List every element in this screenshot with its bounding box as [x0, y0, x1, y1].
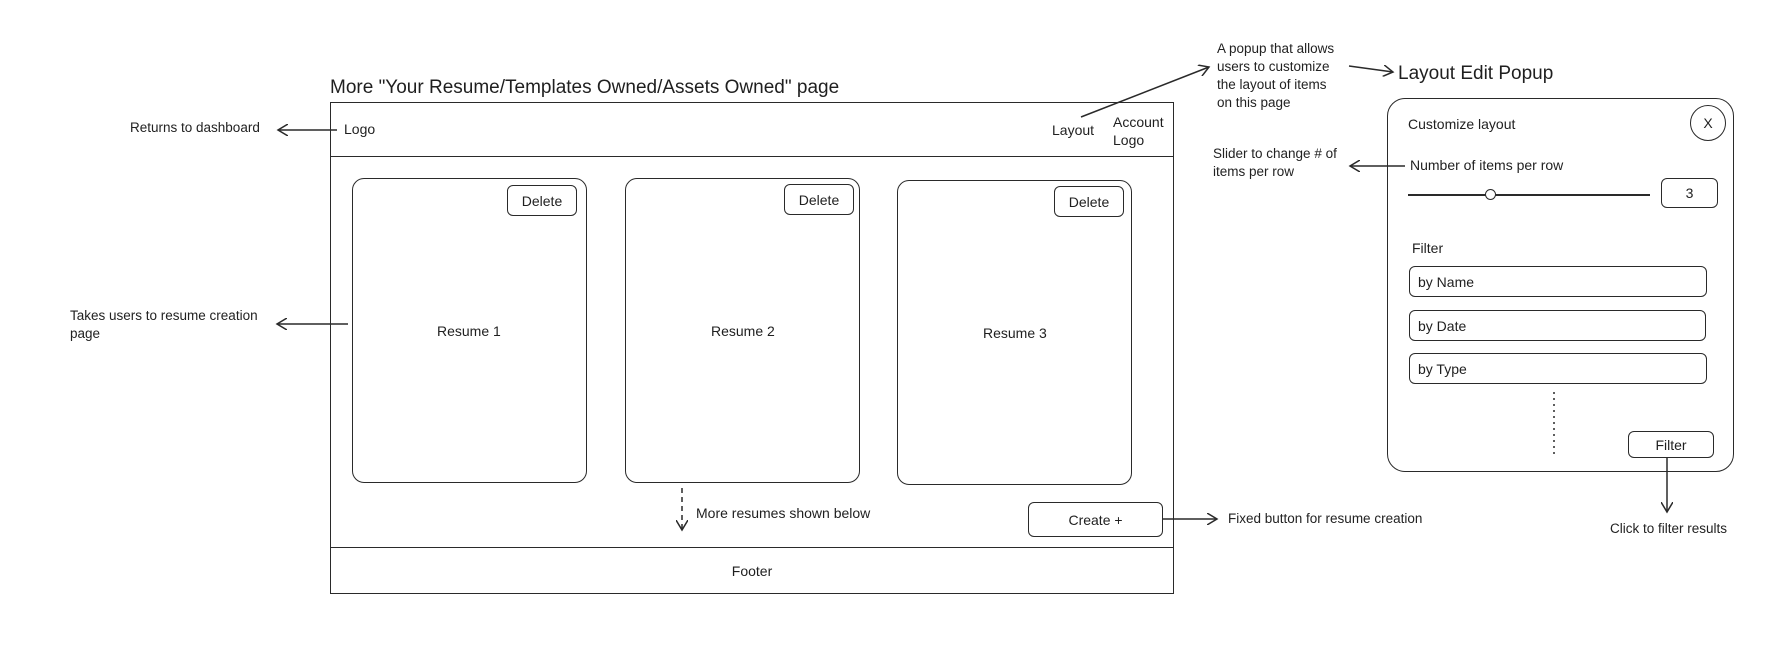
arrow-layout-to-annotation — [1080, 67, 1209, 118]
connector-overlay — [0, 0, 1766, 664]
arrow-description-to-popup — [1348, 66, 1393, 72]
